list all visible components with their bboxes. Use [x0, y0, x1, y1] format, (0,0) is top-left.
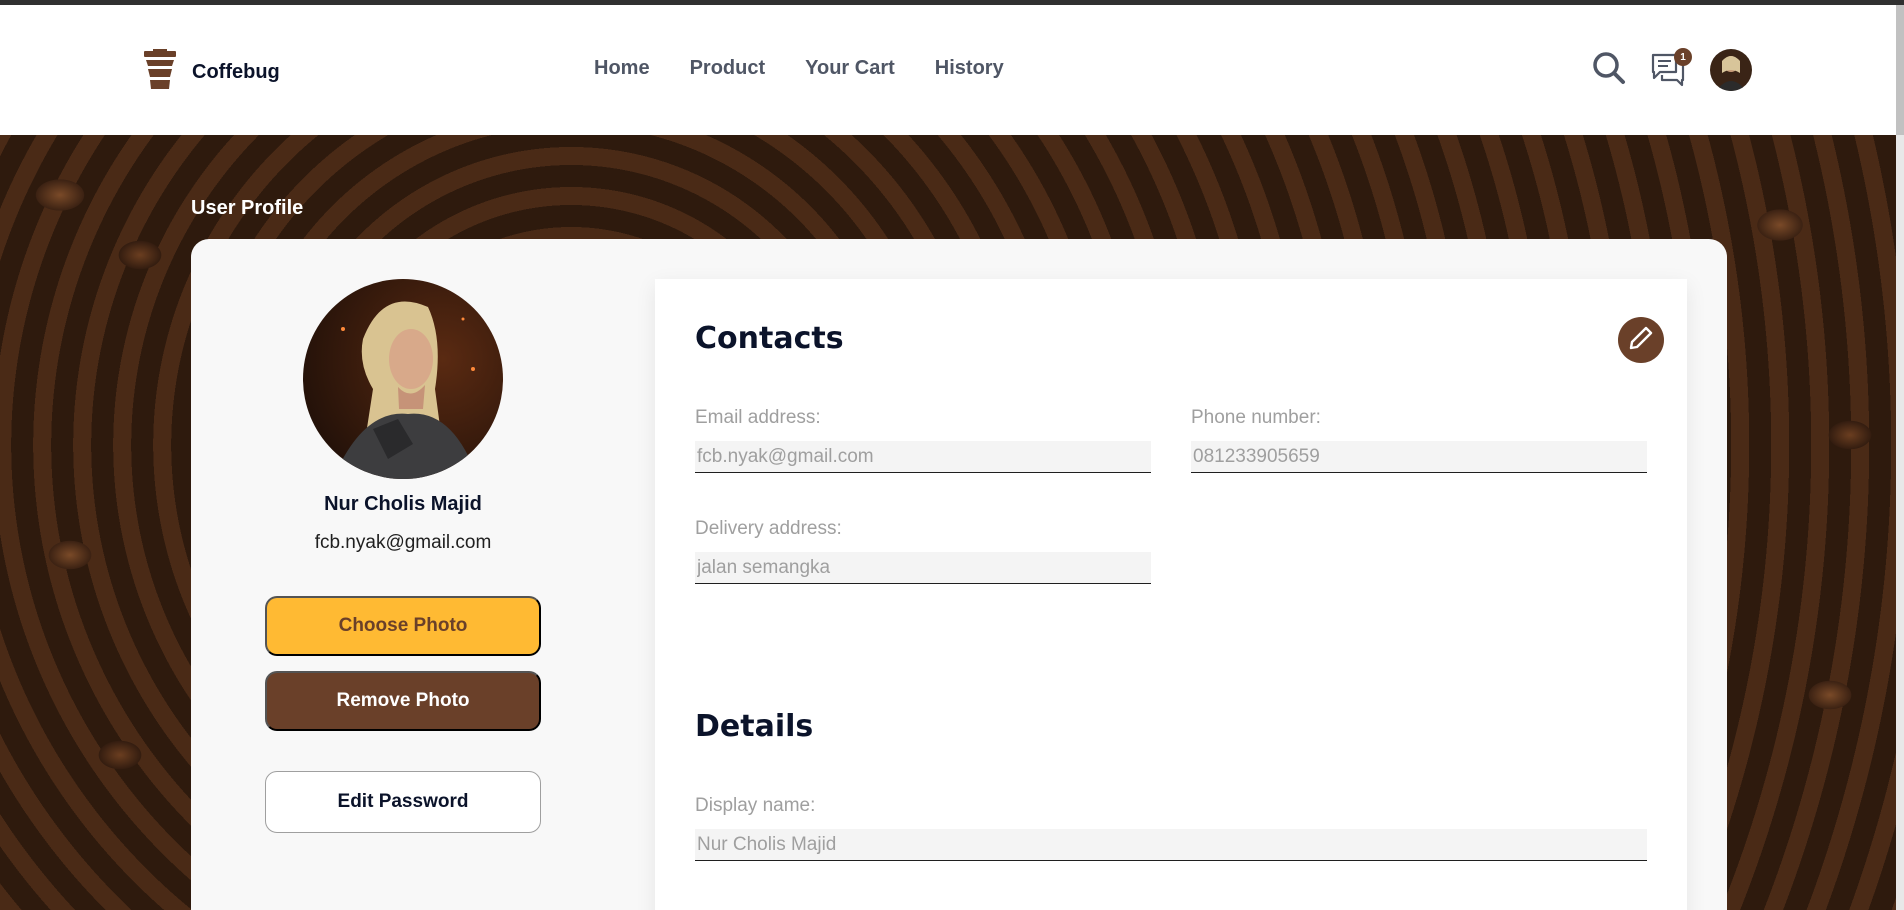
nav-avatar[interactable]: [1710, 49, 1752, 91]
pencil-icon: [1628, 325, 1654, 356]
address-field-group: Delivery address:: [695, 518, 1151, 584]
page-title: User Profile: [191, 197, 304, 219]
nav-product[interactable]: Product: [690, 57, 766, 80]
email-label: Email address:: [695, 407, 821, 428]
chat-badge: 1: [1674, 48, 1692, 66]
page-scrollbar[interactable]: [1896, 5, 1904, 910]
coffee-beans-background: User Profile Nur Cholis Majid fcb.nyak@g…: [0, 135, 1904, 910]
phone-field[interactable]: [1191, 441, 1647, 473]
remove-photo-button[interactable]: Remove Photo: [265, 671, 541, 731]
contacts-title: Contacts: [695, 321, 844, 356]
search-icon[interactable]: [1592, 51, 1626, 90]
coffee-cup-icon: [142, 49, 178, 96]
display-name-field[interactable]: [695, 829, 1647, 861]
email-field[interactable]: [695, 441, 1151, 473]
profile-card: Nur Cholis Majid fcb.nyak@gmail.com Choo…: [191, 239, 1727, 910]
display-name-field-group: Display name:: [695, 795, 1647, 861]
profile-email: fcb.nyak@gmail.com: [314, 532, 492, 553]
phone-label: Phone number:: [1191, 407, 1321, 428]
details-title: Details: [695, 709, 814, 744]
address-field[interactable]: [695, 552, 1151, 584]
navbar: Coffebug Home Product Your Cart History …: [0, 5, 1904, 135]
nav-home[interactable]: Home: [594, 57, 650, 80]
display-name-label: Display name:: [695, 795, 816, 816]
nav-your-cart[interactable]: Your Cart: [805, 57, 895, 80]
profile-form-panel: Contacts Email address: Phone number: De…: [655, 279, 1687, 910]
chat-button[interactable]: 1: [1650, 48, 1692, 88]
brand-name: Coffebug: [192, 61, 280, 83]
address-label: Delivery address:: [695, 518, 842, 539]
edit-profile-button[interactable]: [1618, 317, 1664, 363]
nav-actions: 1: [1592, 48, 1752, 91]
main-nav: Home Product Your Cart History: [594, 57, 1004, 80]
profile-name: Nur Cholis Majid: [324, 493, 482, 515]
email-field-group: Email address:: [695, 407, 1151, 473]
profile-avatar: [303, 279, 503, 479]
profile-sidebar: Nur Cholis Majid fcb.nyak@gmail.com Choo…: [265, 279, 541, 833]
phone-field-group: Phone number:: [1191, 407, 1647, 473]
choose-photo-button[interactable]: Choose Photo: [265, 596, 541, 656]
scrollbar-thumb[interactable]: [1896, 5, 1904, 135]
edit-password-button[interactable]: Edit Password: [265, 771, 541, 833]
chat-icon: [1650, 53, 1686, 92]
brand[interactable]: Coffebug: [142, 49, 280, 96]
nav-history[interactable]: History: [935, 57, 1004, 80]
